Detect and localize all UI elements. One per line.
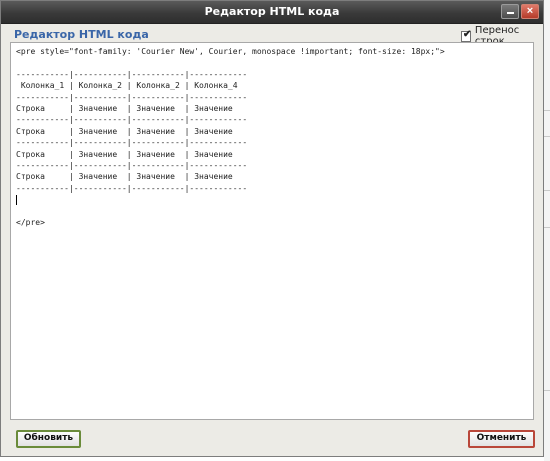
- close-icon: ×: [526, 5, 534, 17]
- minimize-icon: [507, 12, 514, 14]
- html-code-editor[interactable]: <pre style="font-family: 'Courier New', …: [10, 42, 534, 420]
- code-line-row: Строка | Значение | Значение | Значение: [16, 149, 233, 159]
- code-line-pre-close: </pre>: [16, 218, 45, 228]
- text-caret: [16, 194, 17, 205]
- code-line-rule: -----------|-----------|-----------|----…: [16, 69, 248, 79]
- code-line-rule: -----------|-----------|-----------|----…: [16, 115, 248, 125]
- minimize-button[interactable]: [501, 4, 519, 19]
- cancel-button[interactable]: Отменить: [468, 430, 535, 448]
- code-line-rule: -----------|-----------|-----------|----…: [16, 138, 248, 148]
- code-line-row: Строка | Значение | Значение | Значение: [16, 126, 233, 136]
- code-line-rule: -----------|-----------|-----------|----…: [16, 161, 248, 171]
- code-line-row: Строка | Значение | Значение | Значение: [16, 104, 233, 114]
- code-line-rule: -----------|-----------|-----------|----…: [16, 183, 248, 193]
- code-line-rule: -----------|-----------|-----------|----…: [16, 92, 248, 102]
- html-editor-dialog: Редактор HTML кода × Редактор HTML кода …: [0, 0, 544, 457]
- code-line-header: Колонка_1 | Колонка_2 | Колонка_2 | Коло…: [16, 81, 238, 91]
- word-wrap-checkbox[interactable]: ✔: [461, 28, 472, 42]
- dialog-title: Редактор HTML кода: [204, 5, 340, 18]
- dialog-titlebar[interactable]: Редактор HTML кода ×: [1, 1, 543, 24]
- code-line-pre-open: <pre style="font-family: 'Courier New', …: [16, 47, 445, 56]
- code-content[interactable]: <pre style="font-family: 'Courier New', …: [11, 43, 533, 229]
- code-line-row: Строка | Значение | Значение | Значение: [16, 172, 233, 182]
- word-wrap-toggle[interactable]: ✔ Перенос строк: [461, 25, 543, 47]
- background-page-edge: [544, 0, 550, 461]
- checkmark-icon: ✔: [463, 28, 472, 40]
- update-button[interactable]: Обновить: [16, 430, 81, 448]
- close-button[interactable]: ×: [521, 4, 539, 19]
- dialog-header: Редактор HTML кода: [14, 28, 149, 41]
